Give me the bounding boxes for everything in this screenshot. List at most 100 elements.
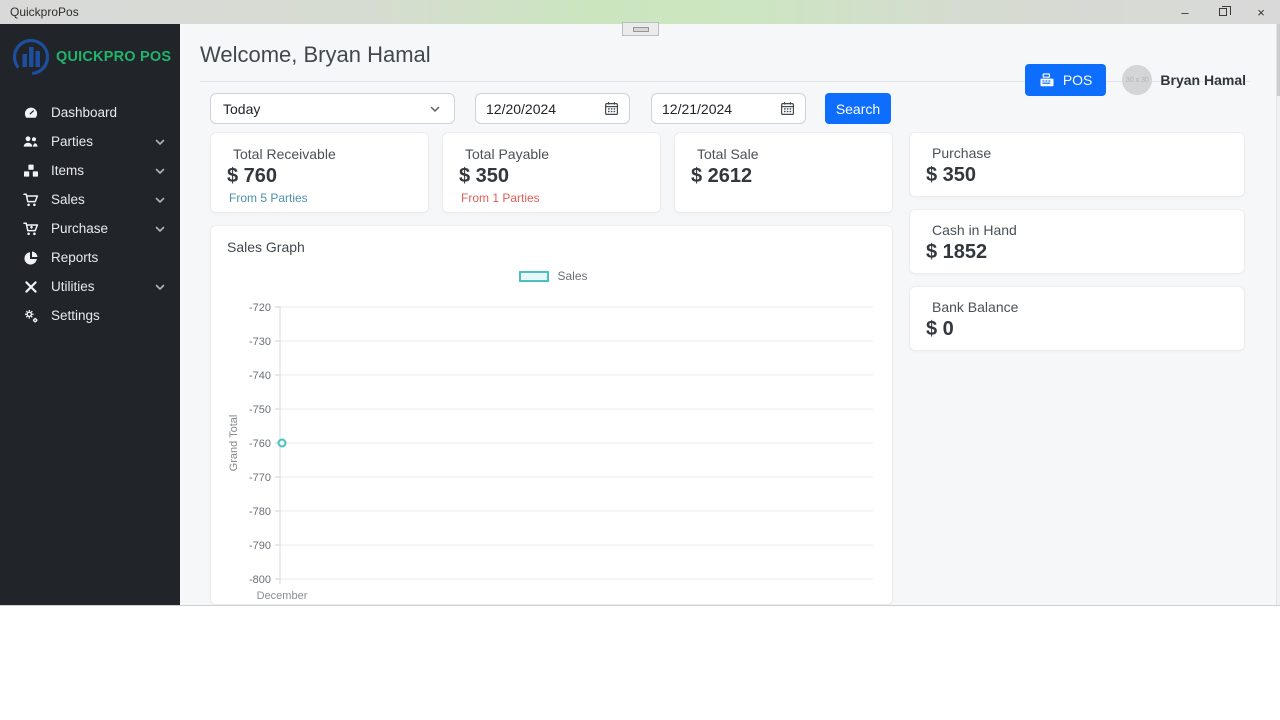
legend-swatch <box>519 270 550 282</box>
stat-value: $ 0 <box>926 318 954 340</box>
brand-logo-icon <box>12 38 50 76</box>
chart-legend[interactable]: Sales <box>225 269 882 283</box>
sidebar-item-label: Reports <box>51 250 99 265</box>
stat-label: Total Receivable <box>233 146 336 162</box>
titlebar: QuickproPos – × <box>0 0 1280 24</box>
stat-label: Purchase <box>932 145 992 161</box>
dashboard-icon <box>22 105 39 121</box>
stat-label: Total Sale <box>697 146 759 162</box>
chevron-down-icon <box>154 223 166 235</box>
cubes-icon <box>22 163 39 179</box>
sidebar-item-utilities[interactable]: Utilities <box>0 272 180 301</box>
sidebar-item-dashboard[interactable]: Dashboard <box>0 98 180 127</box>
minimize-button[interactable]: – <box>1166 0 1204 24</box>
stat-value: $ 1852 <box>926 241 988 263</box>
svg-text:-760: -760 <box>249 438 271 450</box>
users-icon <box>22 134 39 150</box>
date-range-selected: Today <box>223 100 261 117</box>
close-button[interactable]: × <box>1242 0 1280 24</box>
window-title: QuickproPos <box>10 5 79 19</box>
sidebar-item-label: Settings <box>51 308 100 323</box>
svg-text:-780: -780 <box>249 506 271 518</box>
sidebar-item-sales[interactable]: Sales <box>0 185 180 214</box>
cart-icon <box>22 192 39 208</box>
brand-logo: QUICKPRO POS <box>0 24 180 90</box>
sidebar-item-label: Purchase <box>51 221 109 236</box>
card-cash-in-hand: Cash in Hand $ 1852 <box>909 209 1245 274</box>
restore-button[interactable] <box>1204 0 1242 24</box>
sidebar-item-parties[interactable]: Parties <box>0 127 180 156</box>
chevron-down-icon <box>154 194 166 206</box>
sales-chart-svg: -720 -730 -740 -750 -760 -770 -780 -790 -800 Dece… <box>228 302 873 602</box>
sidebar-item-label: Dashboard <box>51 105 118 120</box>
gears-icon <box>22 308 39 324</box>
date-from-input[interactable]: 12/20/2024 <box>475 93 630 124</box>
svg-text:-790: -790 <box>249 540 271 552</box>
avatar-placeholder-text: 30 x 30 <box>1125 76 1149 84</box>
cart-plus-icon <box>22 221 39 237</box>
header-actions: POS 30 x 30 Bryan Hamal <box>1024 64 1246 96</box>
stat-label: Total Payable <box>465 146 550 162</box>
chevron-down-icon <box>154 136 166 148</box>
stat-cards-row: Total Receivable $ 760 From 5 Parties To… <box>210 132 893 213</box>
tools-icon <box>22 279 39 295</box>
brand-name: QUICKPRO POS <box>56 49 172 65</box>
chevron-down-icon <box>154 281 166 293</box>
svg-text:-800: -800 <box>249 574 271 586</box>
legend-label: Sales <box>557 269 588 283</box>
pos-button-label: POS <box>1062 72 1093 88</box>
vertical-scrollbar[interactable] <box>1276 24 1280 605</box>
svg-text:Grand Total: Grand Total <box>228 415 240 472</box>
stat-value: $ 760 <box>227 165 278 187</box>
sidebar-nav: Dashboard Parties Items Sales Purchase R… <box>0 90 180 330</box>
app-window: QUICKPRO POS Dashboard Parties Items Sal… <box>0 24 1280 606</box>
chevron-down-icon <box>428 102 442 116</box>
stat-note: From 1 Parties <box>461 191 540 205</box>
svg-text:-720: -720 <box>249 302 271 314</box>
avatar[interactable]: 30 x 30 <box>1122 65 1153 95</box>
svg-text:-730: -730 <box>249 336 271 348</box>
sidebar-item-label: Items <box>51 163 85 178</box>
sidebar-item-items[interactable]: Items <box>0 156 180 185</box>
restore-icon <box>1219 6 1231 16</box>
svg-text:-770: -770 <box>249 472 271 484</box>
floating-scroll-handle[interactable] <box>632 26 649 32</box>
search-button[interactable]: Search <box>825 93 891 124</box>
stat-value: $ 350 <box>926 164 977 186</box>
stat-label: Bank Balance <box>932 299 1019 315</box>
pos-button[interactable]: POS <box>1024 64 1107 96</box>
sidebar-item-purchase[interactable]: Purchase <box>0 214 180 243</box>
floating-scroll-widget[interactable] <box>622 22 659 36</box>
date-to-value: 12/21/2024 <box>662 100 733 117</box>
sidebar-item-reports[interactable]: Reports <box>0 243 180 272</box>
stat-label: Cash in Hand <box>932 222 1017 238</box>
window-controls: – × <box>1166 0 1280 24</box>
side-cards-column: Purchase $ 350 Cash in Hand $ 1852 Bank … <box>909 132 1245 605</box>
stat-value: $ 2612 <box>691 165 753 187</box>
sidebar-item-label: Parties <box>51 134 94 149</box>
card-total-payable: Total Payable $ 350 From 1 Parties <box>442 132 661 213</box>
pie-chart-icon <box>22 250 39 266</box>
card-purchase: Purchase $ 350 <box>909 132 1245 197</box>
calendar-icon[interactable] <box>780 101 795 116</box>
user-name[interactable]: Bryan Hamal <box>1160 72 1246 88</box>
calendar-icon[interactable] <box>604 101 619 116</box>
dashboard-body: Total Receivable $ 760 From 5 Parties To… <box>180 124 1280 605</box>
svg-text:-740: -740 <box>249 370 271 382</box>
sidebar-item-label: Sales <box>51 192 85 207</box>
main-content: Welcome, Bryan Hamal POS 30 x 30 Bryan H… <box>180 24 1280 605</box>
date-to-input[interactable]: 12/21/2024 <box>651 93 806 124</box>
sidebar-item-settings[interactable]: Settings <box>0 301 180 330</box>
stat-value: $ 350 <box>459 165 510 187</box>
card-total-sale: Total Sale $ 2612 <box>674 132 893 213</box>
date-range-select[interactable]: Today <box>210 93 455 124</box>
cash-register-icon <box>1039 72 1055 88</box>
chart-title: Sales Graph <box>227 239 305 255</box>
card-total-receivable: Total Receivable $ 760 From 5 Parties <box>210 132 429 213</box>
desktop-background <box>0 606 1280 720</box>
date-from-value: 12/20/2024 <box>486 100 557 117</box>
sales-graph-card: Sales Graph Sales -720 -730 -740 -750 -760 -7… <box>210 225 893 605</box>
sidebar-item-label: Utilities <box>51 279 95 294</box>
svg-text:-750: -750 <box>249 404 271 416</box>
svg-text:December: December <box>257 590 308 602</box>
